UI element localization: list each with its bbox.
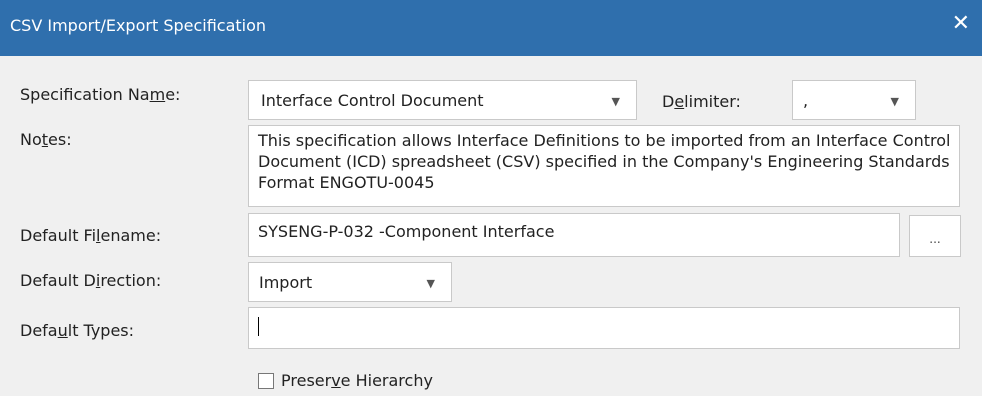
window-title: CSV Import/Export Specification (10, 16, 267, 35)
specification-name-value: Interface Control Document (261, 91, 484, 110)
notes-text: This specification allows Interface Defi… (258, 131, 951, 192)
preserve-hierarchy-label[interactable]: Preserve Hierarchy (281, 371, 433, 390)
specification-name-dropdown[interactable]: Interface Control Document ▼ (248, 80, 637, 120)
default-filename-label: Default Filename: (20, 226, 162, 245)
specification-name-label: Specification Name: (20, 85, 181, 104)
default-filename-value: SYSENG-P-032 -Component Interface (258, 222, 555, 241)
delimiter-label: Delimiter: (662, 92, 741, 111)
default-filename-input[interactable]: SYSENG-P-032 -Component Interface (248, 213, 900, 257)
browse-button[interactable]: ... (909, 215, 961, 257)
title-bar: CSV Import/Export Specification ✕ (0, 0, 982, 56)
notes-label: Notes: (20, 130, 72, 149)
chevron-down-icon: ▼ (890, 95, 899, 108)
default-types-label: Default Types: (20, 321, 135, 340)
default-types-input[interactable] (248, 307, 960, 349)
delimiter-dropdown[interactable]: , ▼ (792, 80, 916, 120)
notes-textarea[interactable]: This specification allows Interface Defi… (248, 125, 960, 207)
default-direction-value: Import (259, 273, 313, 292)
preserve-hierarchy-checkbox[interactable] (258, 373, 274, 389)
text-cursor (258, 317, 259, 336)
default-direction-dropdown[interactable]: Import ▼ (248, 262, 452, 302)
close-icon[interactable]: ✕ (952, 13, 970, 35)
chevron-down-icon: ▼ (611, 95, 620, 108)
default-direction-label: Default Direction: (20, 271, 162, 290)
delimiter-value: , (803, 91, 809, 110)
chevron-down-icon: ▼ (426, 277, 435, 290)
